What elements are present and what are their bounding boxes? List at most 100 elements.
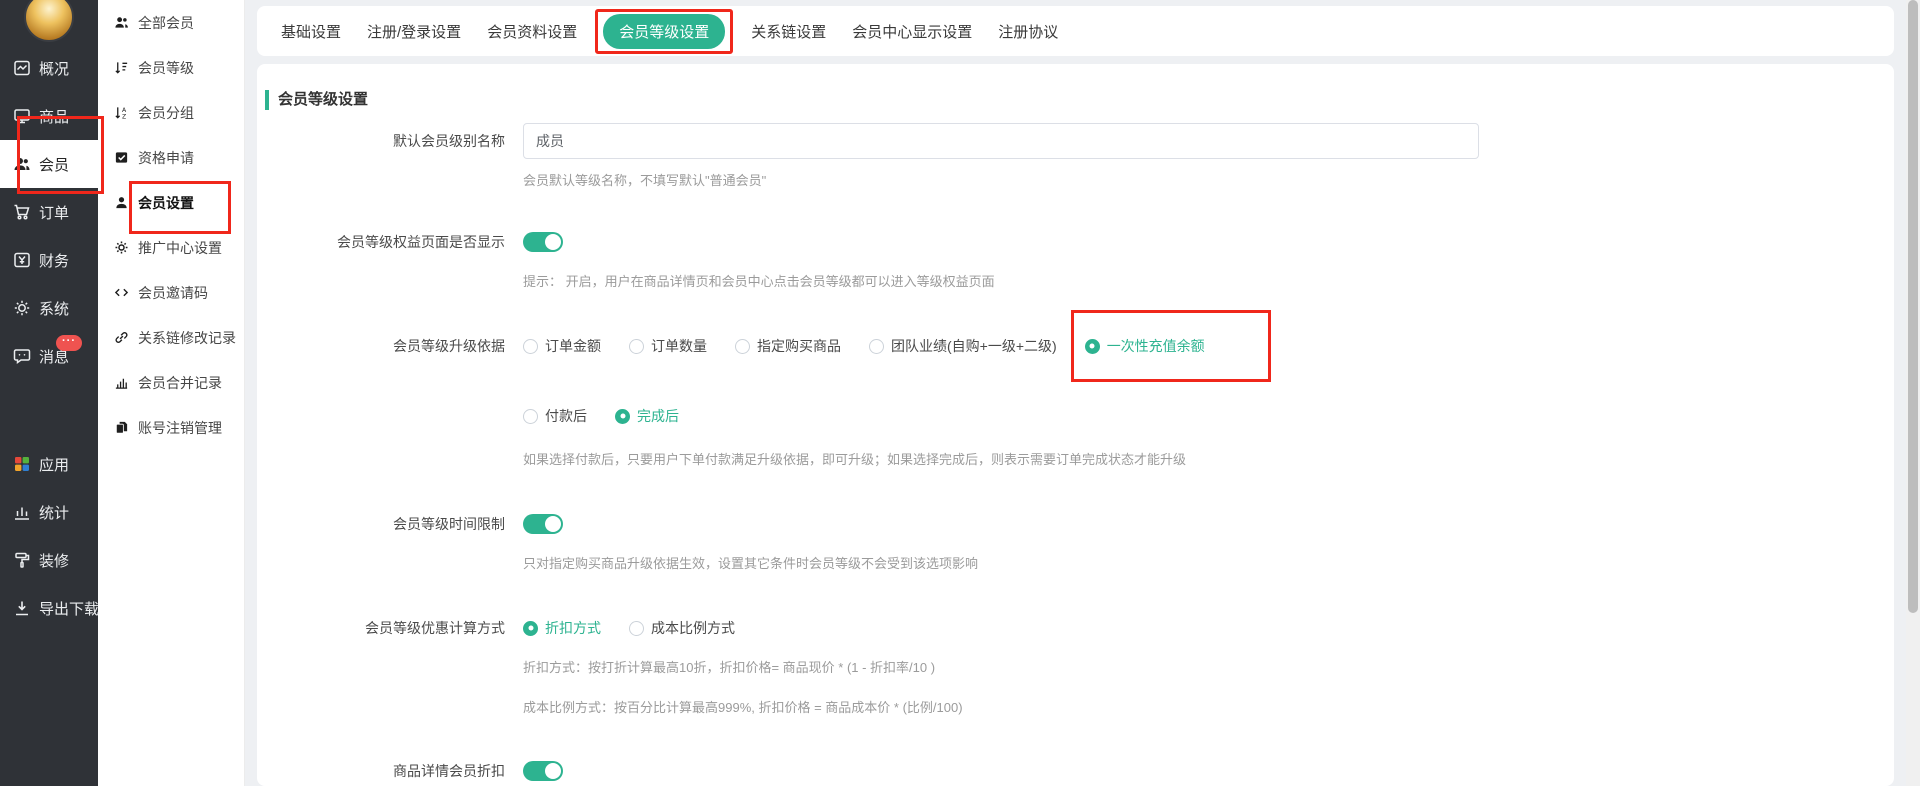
sidebar-item-finance[interactable]: 财务 <box>0 236 98 284</box>
sidebar-item-label: 概况 <box>39 58 69 79</box>
sidebar-item-apps[interactable]: 应用 <box>0 440 98 488</box>
radio-team-performance[interactable]: 团队业绩(自购+一级+二级) <box>869 336 1057 356</box>
default-level-name-input[interactable] <box>523 123 1479 159</box>
submenu-item-label: 会员分组 <box>138 103 194 123</box>
radio-icon <box>735 339 750 354</box>
help-text: 提示： 开启，用户在商品详情页和会员中心点击会员等级都可以进入等级权益页面 <box>523 274 1864 289</box>
tab-registration-agreement[interactable]: 注册协议 <box>998 21 1058 42</box>
sidebar-item-messages[interactable]: 消息 ··· <box>0 332 98 380</box>
tab-basic-settings[interactable]: 基础设置 <box>281 21 341 42</box>
page-scrollbar[interactable] <box>1906 0 1920 786</box>
sidebar-item-statistics[interactable]: 统计 <box>0 488 98 536</box>
submenu-item-relation-records[interactable]: 关系链修改记录 <box>98 315 244 360</box>
submenu-item-promotion-settings[interactable]: 推广中心设置 <box>98 225 244 270</box>
sidebar-item-goods[interactable]: 商品 <box>0 92 98 140</box>
submenu-item-label: 账号注销管理 <box>138 418 222 438</box>
sidebar-item-overview[interactable]: 概况 <box>0 44 98 92</box>
system-gear-icon <box>13 299 31 317</box>
field-label: 会员等级升级依据 <box>265 336 505 356</box>
export-download-icon <box>13 599 31 617</box>
invite-code-icon <box>114 285 129 300</box>
help-text: 如果选择付款后，只要用户下单付款满足升级依据，即可升级；如果选择完成后，则表示需… <box>523 452 1864 467</box>
promotion-gear-icon <box>114 240 129 255</box>
group-sort-icon: AZ <box>114 105 129 120</box>
merge-record-icon <box>114 375 129 390</box>
sidebar-item-label: 系统 <box>39 298 69 319</box>
field-label: 会员等级时间限制 <box>265 514 505 534</box>
submenu-item-label: 会员邀请码 <box>138 283 208 303</box>
member-submenu: 全部会员 会员等级 AZ 会员分组 资格申请 会员设置 推广中心设置 会员邀请码… <box>98 0 245 786</box>
submenu-item-member-group[interactable]: AZ 会员分组 <box>98 90 244 135</box>
tab-register-login-settings[interactable]: 注册/登录设置 <box>367 21 461 42</box>
rights-page-toggle[interactable] <box>523 232 563 252</box>
scrollbar-thumb[interactable] <box>1908 0 1918 613</box>
sidebar-item-label: 财务 <box>39 250 69 271</box>
radio-order-quantity[interactable]: 订单数量 <box>629 336 707 356</box>
radio-icon <box>629 339 644 354</box>
sidebar-item-label: 商品 <box>39 106 69 127</box>
radio-order-amount[interactable]: 订单金额 <box>523 336 601 356</box>
stats-icon <box>13 503 31 521</box>
field-label: 会员等级权益页面是否显示 <box>265 232 505 252</box>
tab-member-center-display-settings[interactable]: 会员中心显示设置 <box>852 21 972 42</box>
message-icon <box>13 347 31 365</box>
field-label: 商品详情会员折扣 <box>265 761 505 781</box>
sidebar-item-label: 应用 <box>39 454 69 475</box>
member-level-settings-panel: 会员等级设置 默认会员级别名称 会员默认等级名称，不填写默认"普通会员" 会员等… <box>257 64 1894 786</box>
submenu-item-qualification[interactable]: 资格申请 <box>98 135 244 180</box>
tab-member-profile-settings[interactable]: 会员资料设置 <box>487 21 577 42</box>
submenu-item-member-level[interactable]: 会员等级 <box>98 45 244 90</box>
submenu-item-member-settings[interactable]: 会员设置 <box>98 180 244 225</box>
sidebar-item-label: 装修 <box>39 550 69 571</box>
sidebar-item-decorate[interactable]: 装修 <box>0 536 98 584</box>
submenu-item-invite-code[interactable]: 会员邀请码 <box>98 270 244 315</box>
radio-specified-goods[interactable]: 指定购买商品 <box>735 336 841 356</box>
radio-icon <box>523 621 538 636</box>
submenu-item-label: 关系链修改记录 <box>138 328 236 348</box>
main-content: 基础设置 注册/登录设置 会员资料设置 会员等级设置 关系链设置 会员中心显示设… <box>245 0 1906 786</box>
radio-after-payment[interactable]: 付款后 <box>523 406 587 426</box>
finance-icon <box>13 251 31 269</box>
sidebar-item-label: 统计 <box>39 502 69 523</box>
radio-one-time-recharge[interactable]: 一次性充值余额 <box>1085 336 1205 356</box>
help-text: 只对指定购买商品升级依据生效，设置其它条件时会员等级不会受到该选项影响 <box>523 556 1864 571</box>
message-badge: ··· <box>56 335 82 351</box>
submenu-item-label: 会员合并记录 <box>138 373 222 393</box>
sidebar-item-label: 会员 <box>39 154 69 175</box>
users-icon <box>114 15 129 30</box>
field-detail-discount: 商品详情会员折扣 <box>265 761 1864 781</box>
detail-discount-toggle[interactable] <box>523 761 563 781</box>
submenu-item-label: 全部会员 <box>138 13 194 33</box>
radio-after-completion[interactable]: 完成后 <box>615 406 679 426</box>
submenu-item-all-members[interactable]: 全部会员 <box>98 0 244 45</box>
sidebar-item-member[interactable]: 会员 <box>0 140 98 188</box>
apps-grid-icon <box>13 455 31 473</box>
avatar[interactable] <box>24 0 74 42</box>
tab-relation-chain-settings[interactable]: 关系链设置 <box>751 21 826 42</box>
tab-member-level-settings[interactable]: 会员等级设置 <box>603 14 725 49</box>
sidebar-item-orders[interactable]: 订单 <box>0 188 98 236</box>
sidebar-item-label: 订单 <box>39 202 69 223</box>
decorate-icon <box>13 551 31 569</box>
radio-icon <box>615 409 630 424</box>
help-text: 会员默认等级名称，不填写默认"普通会员" <box>523 173 1864 188</box>
section-title: 会员等级设置 <box>265 90 1864 110</box>
svg-text:Z: Z <box>122 113 126 120</box>
radio-icon <box>1085 339 1100 354</box>
field-label: 默认会员级别名称 <box>265 131 505 151</box>
sidebar-item-export[interactable]: 导出下载 <box>0 584 98 632</box>
radio-icon <box>523 339 538 354</box>
radio-icon <box>629 621 644 636</box>
time-limit-toggle[interactable] <box>523 514 563 534</box>
account-cancel-icon <box>114 420 129 435</box>
radio-cost-ratio-mode[interactable]: 成本比例方式 <box>629 618 735 638</box>
radio-discount-mode[interactable]: 折扣方式 <box>523 618 601 638</box>
relation-link-icon <box>114 330 129 345</box>
sidebar-spacer <box>0 380 98 440</box>
submenu-item-merge-records[interactable]: 会员合并记录 <box>98 360 244 405</box>
submenu-item-account-cancellation[interactable]: 账号注销管理 <box>98 405 244 450</box>
submenu-item-label: 推广中心设置 <box>138 238 222 258</box>
submenu-item-label: 资格申请 <box>138 148 194 168</box>
sidebar-item-system[interactable]: 系统 <box>0 284 98 332</box>
radio-icon <box>869 339 884 354</box>
